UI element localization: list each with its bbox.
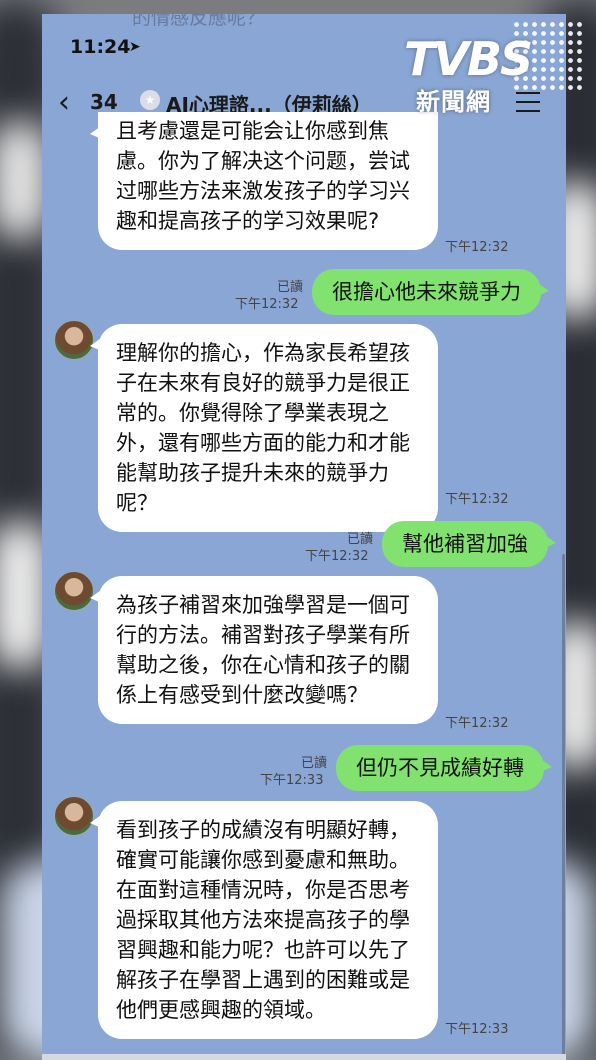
shield-badge-icon: ★ <box>140 90 160 110</box>
avatar-icon[interactable] <box>54 571 94 611</box>
incoming-message[interactable]: 為孩子補習來加強學習是一個可行的方法。補習對孩子學業有所幫助之後，你在心情和孩子… <box>90 576 438 724</box>
message-time: 下午12:32 <box>305 549 369 564</box>
message-time: 下午12:32 <box>235 297 299 312</box>
message-time: 下午12:32 <box>445 716 509 731</box>
outgoing-message[interactable]: 幫他補習加強 <box>382 521 556 567</box>
message-text: 且考慮還是可能会让你感到焦慮。你为了解决这个问题，尝试过哪些方法来激发孩子的学习… <box>116 119 410 233</box>
message-time: 下午12:32 <box>445 492 509 507</box>
message-text: 為孩子補習來加強學習是一個可行的方法。補習對孩子學業有所幫助之後，你在心情和孩子… <box>116 593 410 707</box>
message-text: 理解你的擔心，作為家長希望孩子在未來有良好的競爭力是很正常的。你覺得除了學業表現… <box>116 341 410 515</box>
message-time: 下午12:32 <box>445 240 509 255</box>
status-time: 11:24 <box>70 36 131 58</box>
scrollbar[interactable] <box>562 554 565 1060</box>
outgoing-message[interactable]: 很擔心他未來競爭力 <box>312 269 549 315</box>
phone-screen: 的情感反應呢？ 11:24 ➤ ‹ 34 ★ AI心理諮...（伊莉絲） 且考慮… <box>42 14 566 1060</box>
incoming-message[interactable]: 理解你的擔心，作為家長希望孩子在未來有良好的競爭力是很正常的。你覺得除了學業表現… <box>90 324 438 532</box>
back-chevron-icon[interactable]: ‹ <box>58 88 70 118</box>
outgoing-message[interactable]: 但仍不見成績好轉 <box>336 745 552 791</box>
message-time: 下午12:33 <box>260 773 324 788</box>
tvbs-watermark-logo: TVBS 新聞網 <box>404 20 584 120</box>
avatar-icon[interactable] <box>54 320 94 360</box>
watermark-sub: 新聞網 <box>416 88 491 116</box>
message-text: 很擔心他未來競爭力 <box>332 280 521 304</box>
message-text: 幫他補習加強 <box>402 532 528 556</box>
message-text: 看到孩子的成績沒有明顯好轉，確實可能讓你感到憂慮和無助。在面對這種情況時，你是否… <box>116 818 410 1022</box>
incoming-message[interactable]: 看到孩子的成績沒有明顯好轉，確實可能讓你感到憂慮和無助。在面對這種情況時，你是否… <box>90 801 438 1039</box>
unread-count[interactable]: 34 <box>90 90 118 114</box>
incoming-message[interactable]: 且考慮還是可能会让你感到焦慮。你为了解决这个问题，尝试过哪些方法来激发孩子的学习… <box>90 112 438 250</box>
message-time: 下午12:33 <box>445 1022 509 1037</box>
watermark-brand: TVBS <box>404 32 533 86</box>
input-bar-edge <box>42 1054 566 1060</box>
message-text: 但仍不見成績好轉 <box>356 756 524 780</box>
avatar-icon[interactable] <box>54 796 94 836</box>
location-arrow-icon: ➤ <box>129 39 141 55</box>
